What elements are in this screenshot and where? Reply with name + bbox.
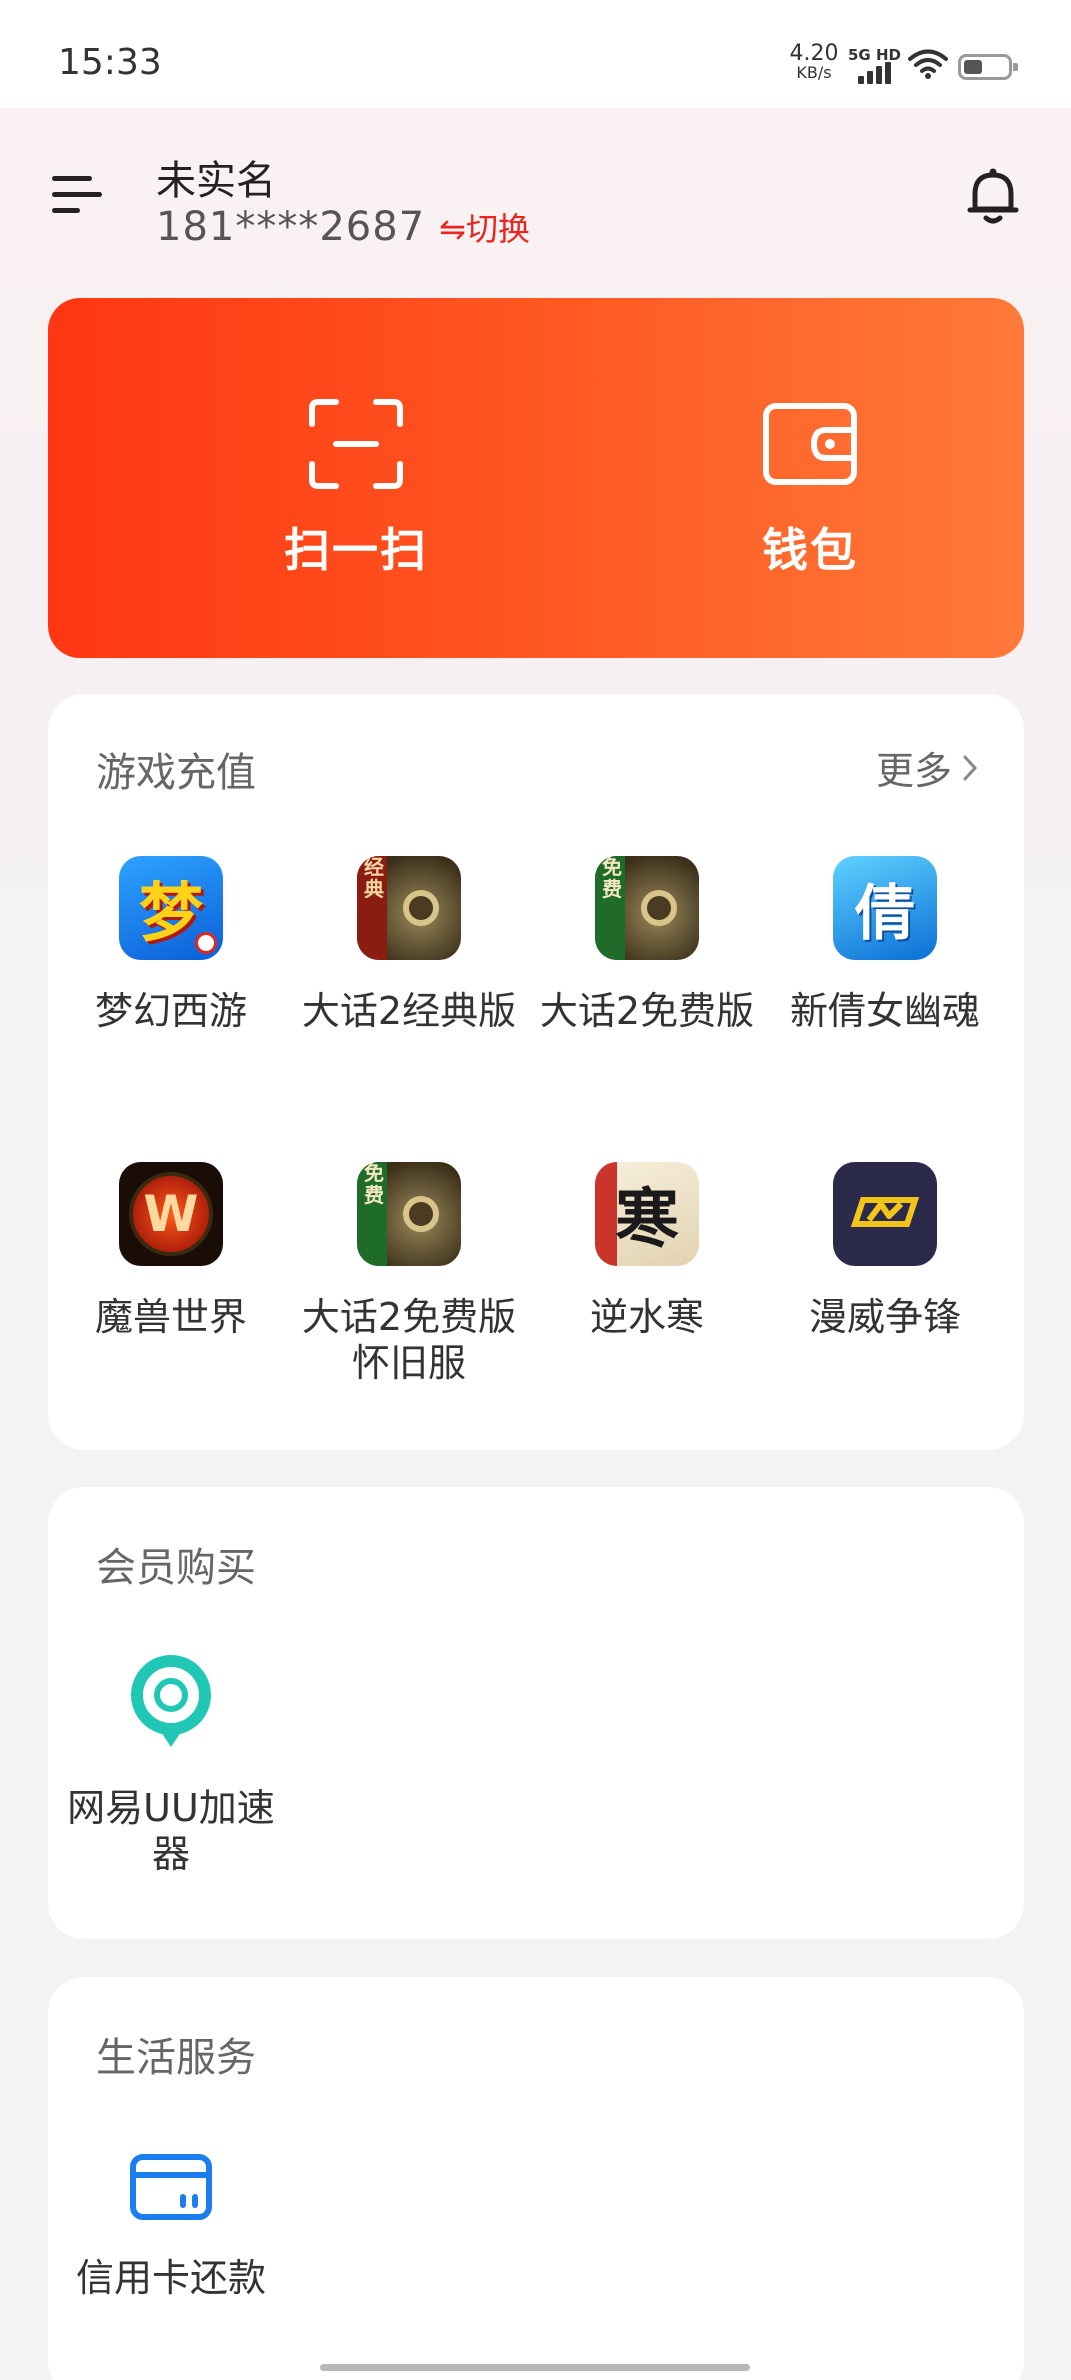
uu-accelerator-icon	[131, 1655, 211, 1747]
game-name: 逆水寒	[589, 1295, 704, 1339]
game-item-menghuanxiyou[interactable]: 梦 梦幻西游	[52, 856, 290, 1034]
phone-number: 181****2687	[156, 204, 426, 250]
membership-item-uu[interactable]: 网易UU加速器	[52, 1649, 290, 1877]
game-item-nishuihan[interactable]: 寒 逆水寒	[528, 1162, 766, 1340]
nishuihan-app-icon: 寒	[595, 1162, 699, 1266]
section-title: 会员购买	[96, 1545, 256, 1591]
dahua2-free-app-icon: 免费	[595, 856, 699, 960]
game-name: 大话2免费版怀旧服	[301, 1295, 517, 1385]
game-name: 新倩女幽魂	[789, 989, 980, 1033]
game-item-dahua2-classic[interactable]: 经典 大话2经典版	[290, 856, 528, 1034]
game-item-warcraft[interactable]: W 魔兽世界	[52, 1162, 290, 1340]
scan-button[interactable]: 扫一扫	[206, 298, 506, 658]
wallet-button[interactable]: 钱包	[660, 298, 960, 658]
chevron-right-icon	[963, 755, 978, 780]
scan-icon	[309, 399, 403, 489]
membership-name: 网易UU加速器	[67, 1786, 275, 1876]
game-item-marvel-rivals[interactable]: 漫威争锋	[766, 1162, 1004, 1340]
xinqiannv-app-icon: 倩	[833, 856, 937, 960]
status-bar: 15:33 4.20 KB/s 5G HD	[0, 0, 1071, 108]
home-indicator[interactable]	[320, 2364, 750, 2371]
quick-actions-banner: 扫一扫 钱包	[48, 298, 1024, 658]
menu-icon[interactable]	[52, 172, 102, 216]
scan-label: 扫一扫	[284, 523, 428, 577]
game-item-xinqiannv[interactable]: 倩 新倩女幽魂	[766, 856, 1004, 1034]
menghuanxiyou-app-icon: 梦	[119, 856, 223, 960]
signal-icon	[858, 62, 892, 84]
game-item-dahua2-free-nostalgia[interactable]: 免费 大话2免费版怀旧服	[290, 1162, 528, 1386]
game-name: 漫威争锋	[808, 1295, 961, 1339]
game-recharge-card: 游戏充值 更多 梦 梦幻西游 经典 大话2经典版 免费 大话2免费版 倩 新倩女…	[48, 694, 1024, 1450]
dahua2-free-nostalgia-app-icon: 免费	[357, 1162, 461, 1266]
wallet-icon	[763, 403, 857, 485]
battery-icon	[958, 54, 1018, 80]
warcraft-app-icon: W	[119, 1162, 223, 1266]
life-item-name: 信用卡还款	[75, 2256, 266, 2300]
credit-card-icon	[130, 2154, 212, 2220]
section-title: 游戏充值	[96, 750, 256, 796]
game-name: 梦幻西游	[94, 989, 247, 1033]
section-title: 生活服务	[96, 2035, 256, 2081]
game-name: 大话2免费版	[539, 989, 755, 1033]
membership-card: 会员购买 网易UU加速器	[48, 1487, 1024, 1939]
life-item-credit-card[interactable]: 信用卡还款	[52, 2153, 290, 2301]
marvel-rivals-app-icon	[833, 1162, 937, 1266]
more-link[interactable]: 更多	[876, 740, 978, 795]
dahua2-classic-app-icon: 经典	[357, 856, 461, 960]
switch-account-link[interactable]: ⇋切换	[439, 204, 530, 250]
account-header: 未实名 181****2687 ⇋切换	[0, 108, 1071, 288]
bell-icon[interactable]	[966, 166, 1020, 226]
wifi-icon	[908, 49, 948, 79]
wallet-label: 钱包	[762, 523, 858, 577]
status-time: 15:33	[58, 42, 162, 83]
game-name: 魔兽世界	[94, 1295, 247, 1339]
game-name: 大话2经典版	[301, 989, 517, 1033]
account-row: 181****2687 ⇋切换	[156, 204, 530, 250]
game-item-dahua2-free[interactable]: 免费 大话2免费版	[528, 856, 766, 1034]
network-speed: 4.20 KB/s	[789, 41, 839, 83]
user-name: 未实名	[156, 158, 276, 204]
life-services-card: 生活服务 信用卡还款	[48, 1977, 1024, 2380]
